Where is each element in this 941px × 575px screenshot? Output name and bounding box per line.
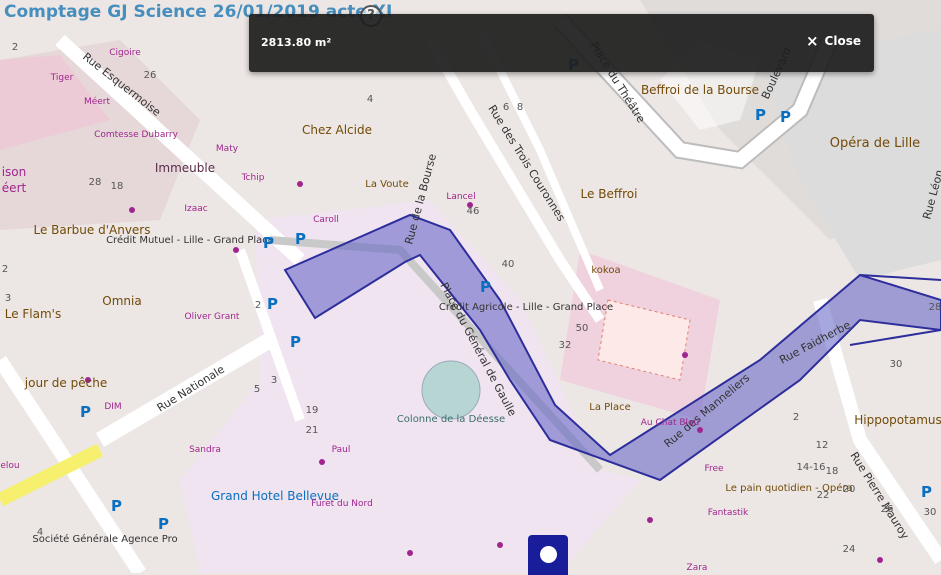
house-number: 24 <box>843 544 856 555</box>
house-number: 50 <box>576 323 589 334</box>
place-label: Sandra <box>189 445 221 455</box>
place-label: Le Flam's <box>5 307 62 321</box>
area-measurement: 2813.80 m² <box>261 36 332 49</box>
house-number: 21 <box>306 425 319 436</box>
house-number: 26 <box>881 504 894 515</box>
parking-icon: P <box>263 234 274 252</box>
place-label: Omnia <box>102 294 141 308</box>
house-number: 18 <box>826 466 839 477</box>
place-label: jour de pêche <box>24 376 107 390</box>
place-label: Izaac <box>184 204 207 214</box>
place-label: Au Chat Bleu <box>641 418 700 428</box>
place-label: Immeuble <box>155 161 215 175</box>
measure-popup: 2813.80 m² × Close <box>249 14 874 72</box>
place-label: Zara <box>687 563 708 573</box>
place-label: Caroll <box>313 215 339 225</box>
place-label: Comtesse Dubarry <box>94 130 179 140</box>
place-label: Méert <box>84 96 111 107</box>
place-label: DIM <box>104 402 121 412</box>
house-number: 20 <box>843 484 856 495</box>
place-label: Tchip <box>241 173 265 183</box>
place-label: Opéra de Lille <box>830 136 920 151</box>
house-number: 14-16 <box>796 462 825 473</box>
place-label: Hippopotamus <box>854 413 941 427</box>
parking-icon: P <box>780 108 791 126</box>
house-number: 26 <box>144 70 157 81</box>
map-canvas[interactable]: Rue Esquermoise Rue Nationale Place du G… <box>0 0 941 573</box>
parking-icon: P <box>267 295 278 313</box>
house-number: 2 <box>2 264 8 275</box>
close-icon: × <box>805 32 819 50</box>
house-number: 30 <box>890 359 903 370</box>
house-number: 4 <box>37 527 43 538</box>
house-number: 6 <box>503 102 509 113</box>
fountain-icon <box>421 360 481 420</box>
house-number: 28 <box>89 177 102 188</box>
place-label: Colonne de la Déesse <box>397 413 505 425</box>
parking-icon: P <box>158 515 169 533</box>
house-number: 8 <box>517 102 523 113</box>
house-number: 46 <box>467 206 480 217</box>
marker-dot <box>540 546 557 563</box>
parking-icon: P <box>295 230 306 248</box>
place-label: Le Beffroi <box>581 187 638 201</box>
parking-icon: P <box>921 483 932 501</box>
place-label: kokoa <box>591 265 620 276</box>
place-label: La Place <box>589 402 630 413</box>
house-number: 18 <box>111 181 124 192</box>
place-label: Crédit Mutuel - Lille - Grand Place <box>106 234 274 246</box>
house-number: 40 <box>502 259 515 270</box>
parking-icon: P <box>80 403 91 421</box>
parking-icon: P <box>480 278 491 296</box>
house-number: 5 <box>254 384 260 395</box>
house-number: 2 <box>255 300 261 311</box>
house-number: 12 <box>816 440 829 451</box>
place-label: La Voute <box>365 179 408 190</box>
house-number: 2 <box>12 42 18 53</box>
house-number: 2 <box>793 412 799 423</box>
place-label: Paul <box>332 445 351 455</box>
place-label: Oliver Grant <box>185 312 240 322</box>
location-marker-icon[interactable] <box>528 535 568 575</box>
place-label: éert <box>2 181 27 195</box>
house-number: 4 <box>367 94 373 105</box>
parking-icon: P <box>290 333 301 351</box>
place-label: Chez Alcide <box>302 123 372 137</box>
place-label: Maty <box>216 144 239 154</box>
parking-icon: P <box>755 106 766 124</box>
house-number: 22 <box>817 490 830 501</box>
house-number: 19 <box>306 405 319 416</box>
house-number: 32 <box>559 340 572 351</box>
place-label: Le pain quotidien - Opéra <box>725 482 852 494</box>
place-label: Free <box>704 464 724 474</box>
house-number: 28 <box>929 302 941 313</box>
place-label: Beffroi de la Bourse <box>641 83 759 97</box>
close-button[interactable]: × Close <box>805 32 861 50</box>
place-label: Cigoire <box>109 48 141 58</box>
house-number: 3 <box>5 293 11 304</box>
house-number: 30 <box>924 507 937 518</box>
place-label: Crédit Agricole - Lille - Grand Place <box>439 301 613 313</box>
place-label: Furet du Nord <box>311 499 373 509</box>
place-label: Société Générale Agence Pro <box>32 533 177 545</box>
place-label: ison <box>2 165 27 179</box>
parking-icon: P <box>111 497 122 515</box>
place-label: Lancel <box>446 192 475 202</box>
place-label: Tiger <box>50 73 74 83</box>
house-number: 3 <box>271 375 277 386</box>
place-label: Fantastik <box>708 508 749 518</box>
close-label: Close <box>824 34 861 48</box>
place-label: elou <box>0 461 19 471</box>
